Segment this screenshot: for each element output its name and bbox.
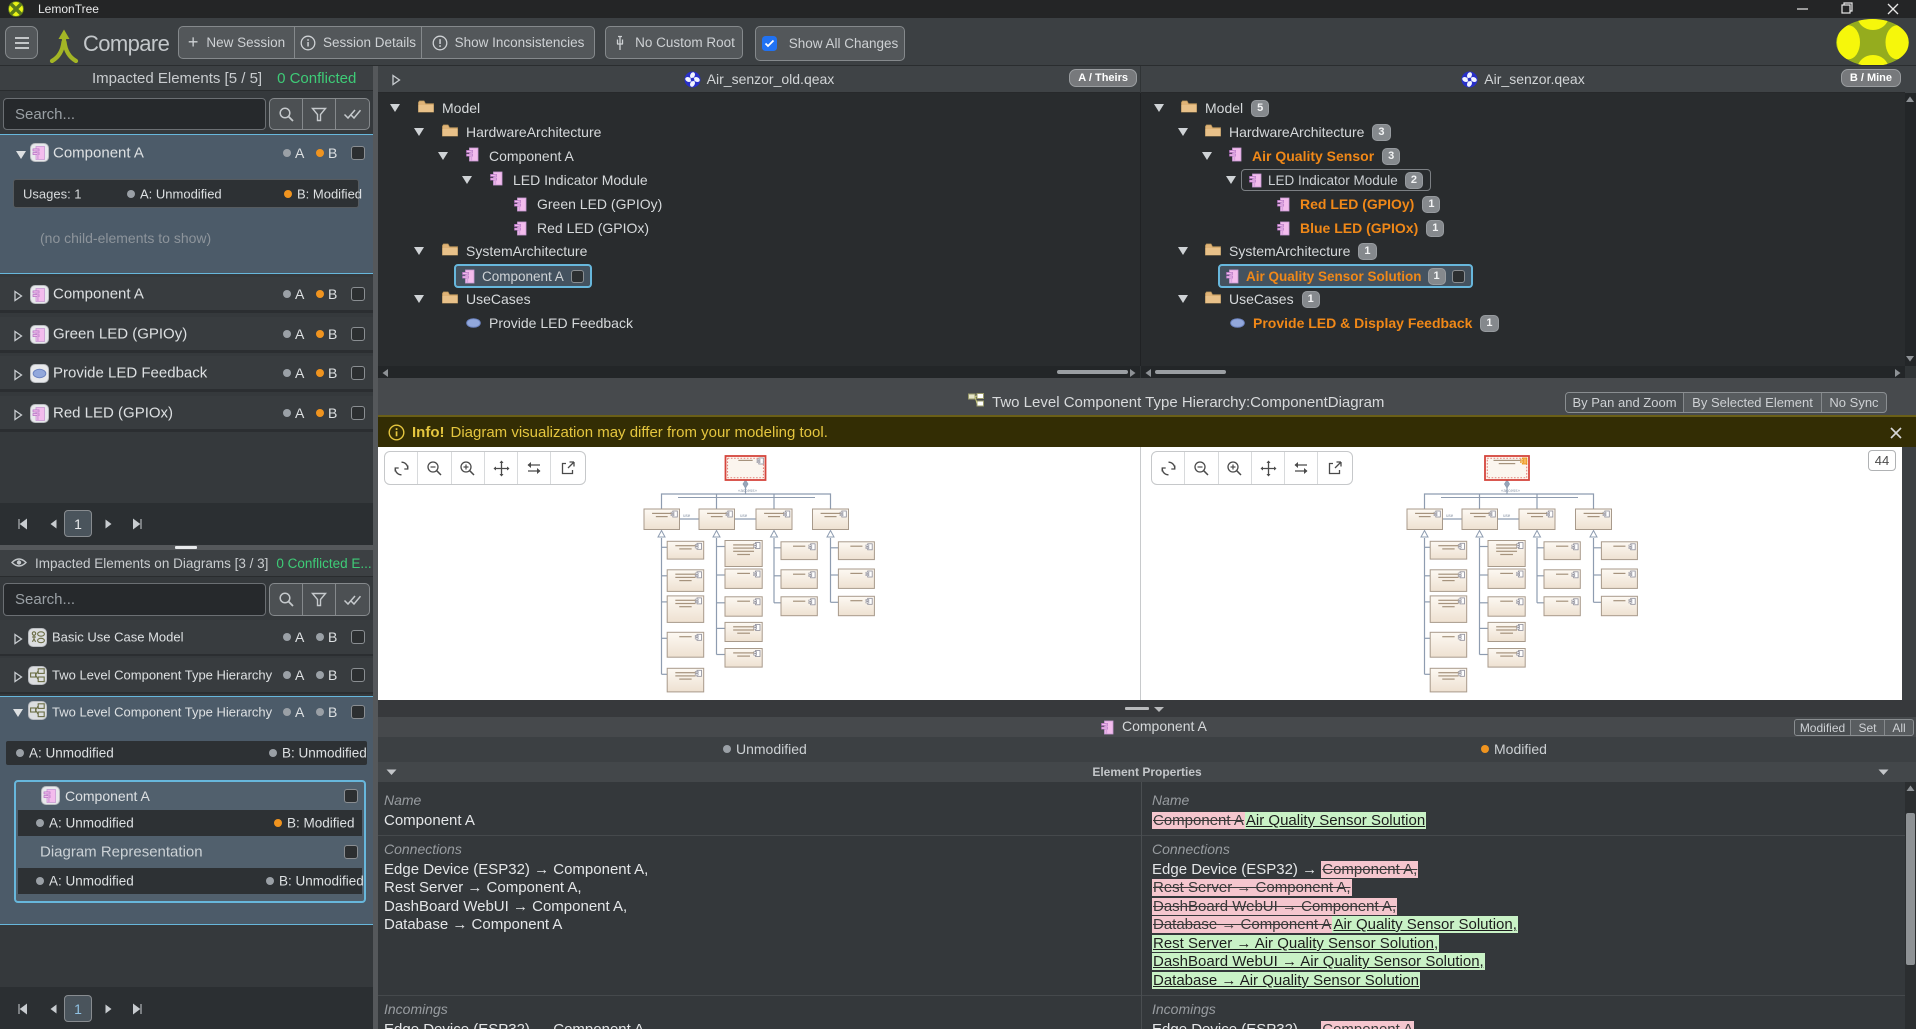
svg-text:«access»: «access» (1501, 488, 1521, 493)
svg-text:use: use (683, 513, 691, 518)
svg-text:use: use (1446, 513, 1454, 518)
svg-text:use: use (740, 513, 748, 518)
svg-text:«access»: «access» (738, 488, 758, 493)
svg-text:use: use (1503, 513, 1511, 518)
